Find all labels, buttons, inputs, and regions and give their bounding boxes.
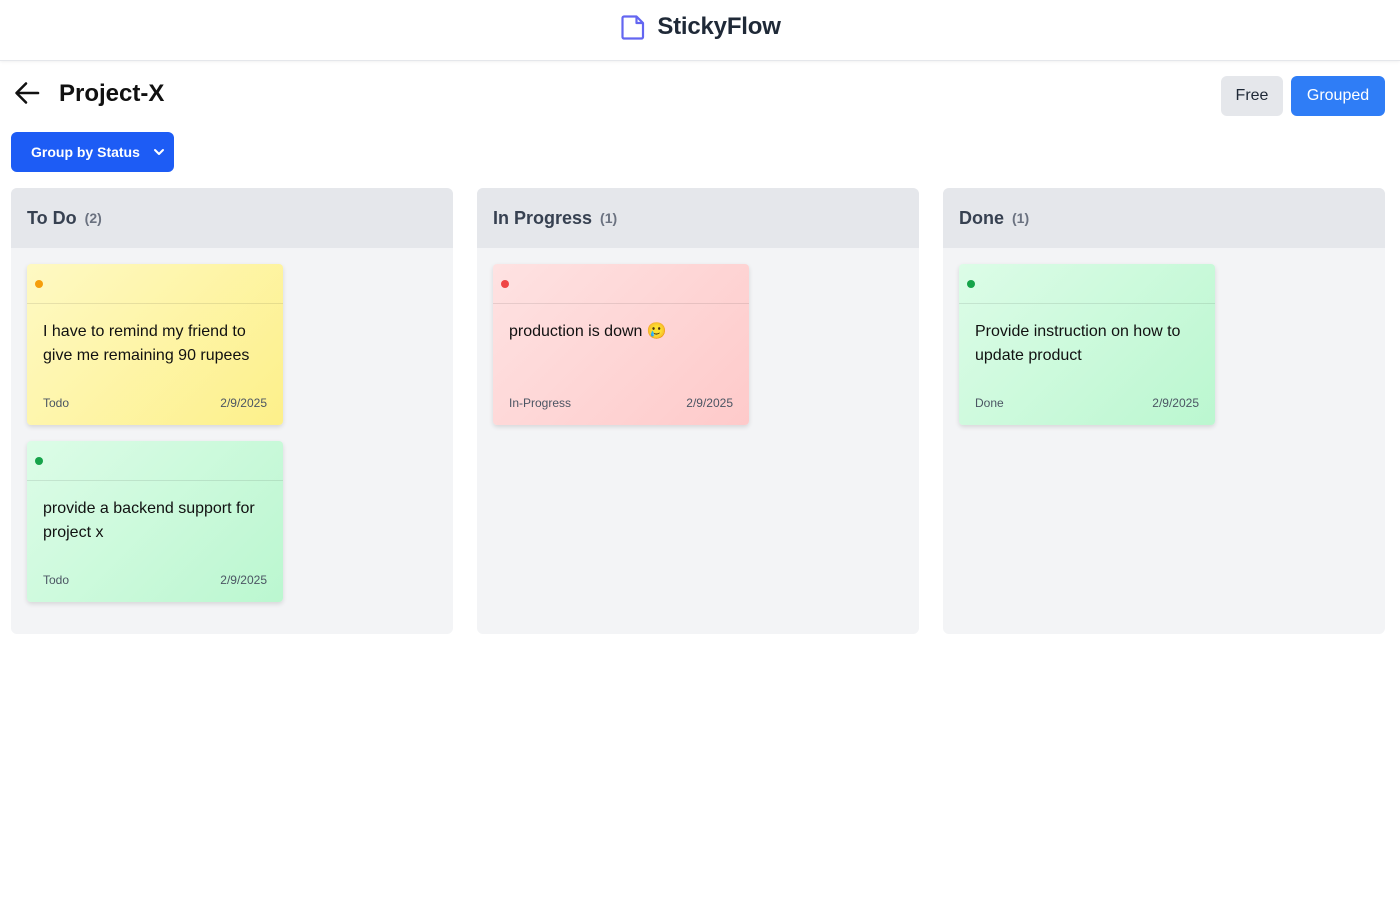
status-dot-icon xyxy=(35,457,43,465)
grouped-view-button[interactable]: Grouped xyxy=(1291,76,1385,116)
sticky-note[interactable]: production is down 🥲 In-Progress 2/9/202… xyxy=(493,264,749,425)
sticky-note[interactable]: I have to remind my friend to give me re… xyxy=(27,264,283,425)
chevron-down-icon xyxy=(152,145,166,159)
note-footer: Todo 2/9/2025 xyxy=(43,396,267,410)
group-by-label: Group by Status xyxy=(31,144,140,160)
column-header: To Do (2) xyxy=(11,188,453,248)
note-date: 2/9/2025 xyxy=(686,396,733,410)
column-count: (2) xyxy=(84,210,102,226)
status-dot-icon xyxy=(35,280,43,288)
app-name: StickyFlow xyxy=(657,13,781,40)
note-header xyxy=(493,264,749,304)
note-text: production is down 🥲 xyxy=(509,323,667,340)
status-dot-icon xyxy=(501,280,509,288)
column-header: In Progress (1) xyxy=(477,188,919,248)
top-bar: StickyFlow xyxy=(0,0,1400,61)
brand[interactable]: StickyFlow xyxy=(619,13,781,41)
column-done: Done (1) Provide instruction on how to u… xyxy=(943,188,1385,634)
note-status: Todo xyxy=(43,396,70,410)
view-toggle: Free Grouped xyxy=(1221,76,1385,116)
sticky-note[interactable]: provide a backend support for project x … xyxy=(27,441,283,602)
column-count: (1) xyxy=(1012,210,1030,226)
note-date: 2/9/2025 xyxy=(1152,396,1199,410)
sticky-note-icon xyxy=(619,13,647,41)
status-dot-icon xyxy=(967,280,975,288)
note-text: I have to remind my friend to give me re… xyxy=(43,323,250,364)
note-text: provide a backend support for project x xyxy=(43,500,255,541)
column-count: (1) xyxy=(600,210,618,226)
column-title: In Progress xyxy=(493,207,593,228)
note-date: 2/9/2025 xyxy=(220,573,267,587)
note-date: 2/9/2025 xyxy=(220,396,267,410)
note-footer: In-Progress 2/9/2025 xyxy=(509,396,733,410)
note-status: In-Progress xyxy=(509,396,572,410)
page-title: Project-X xyxy=(59,80,165,107)
note-header xyxy=(959,264,1215,304)
back-button[interactable] xyxy=(11,79,43,111)
column-header: Done (1) xyxy=(943,188,1385,248)
note-text: Provide instruction on how to update pro… xyxy=(975,323,1181,364)
note-header xyxy=(27,441,283,481)
note-footer: Todo 2/9/2025 xyxy=(43,573,267,587)
note-footer: Done 2/9/2025 xyxy=(975,396,1199,410)
column-todo: To Do (2) I have to remind my friend to … xyxy=(11,188,453,634)
arrow-left-icon xyxy=(13,79,41,111)
column-title: Done xyxy=(959,207,1004,228)
note-header xyxy=(27,264,283,304)
note-status: Todo xyxy=(43,573,70,587)
free-view-button[interactable]: Free xyxy=(1221,76,1283,116)
column-in-progress: In Progress (1) production is down 🥲 In-… xyxy=(477,188,919,634)
sticky-note[interactable]: Provide instruction on how to update pro… xyxy=(959,264,1215,425)
note-status: Done xyxy=(975,396,1004,410)
column-title: To Do xyxy=(27,207,77,228)
group-by-dropdown[interactable]: Group by Status xyxy=(11,132,174,172)
